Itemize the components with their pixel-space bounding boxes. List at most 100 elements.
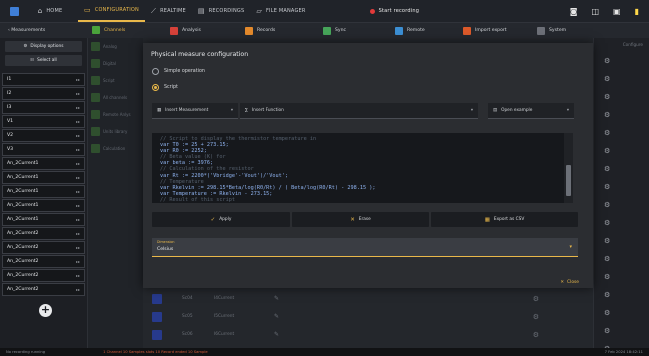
- channel-action-icon[interactable]: ▸▸: [76, 91, 80, 96]
- configure-gear-icon[interactable]: ⚙: [594, 250, 649, 268]
- window-icon[interactable]: ◫: [591, 7, 599, 16]
- display-options-button[interactable]: ⚙ Display options: [5, 41, 82, 52]
- configure-gear-icon[interactable]: ⚙: [594, 160, 649, 178]
- tab-recordings[interactable]: ▤ RECORDINGS: [192, 0, 250, 22]
- radio-script[interactable]: Script: [152, 84, 178, 91]
- insert-measurement-dropdown[interactable]: ▦ Insert Measurement ▾: [152, 103, 238, 119]
- channel-type-item[interactable]: Script: [88, 72, 143, 89]
- editor-scroll-thumb[interactable]: [566, 165, 571, 196]
- channel-item[interactable]: An_2Current2 ▸▸: [2, 282, 85, 297]
- channel-action-icon[interactable]: ▸▸: [76, 189, 80, 194]
- edit-icon[interactable]: ✎: [274, 331, 294, 338]
- subtab-analysis[interactable]: Analysis: [166, 23, 241, 39]
- channel-action-icon[interactable]: ▸▸: [76, 231, 80, 236]
- channel-item[interactable]: An_2Current2 ▸▸: [2, 226, 85, 241]
- erase-button[interactable]: ✕ Erase: [292, 212, 429, 227]
- tab-file-manager[interactable]: ▱ FILE MANAGER: [250, 0, 311, 22]
- select-all-button[interactable]: ☷ Select all: [5, 55, 82, 66]
- channel-action-icon[interactable]: ▸▸: [76, 175, 80, 180]
- gear-icon[interactable]: ⚙: [533, 295, 539, 303]
- insert-function-dropdown[interactable]: ∑ Insert Function ▾: [240, 103, 478, 119]
- camera-icon[interactable]: ◙: [570, 7, 578, 16]
- channel-type-label: Analog: [103, 44, 117, 49]
- configure-gear-icon[interactable]: ⚙: [594, 232, 649, 250]
- close-button[interactable]: ✕ Close: [560, 280, 579, 285]
- gear-icon[interactable]: ⚙: [533, 313, 539, 321]
- tab-configuration[interactable]: ▭ CONFIGURATION: [78, 0, 145, 22]
- channel-item[interactable]: An_2Current2 ▸▸: [2, 254, 85, 269]
- channel-color-swatch[interactable]: [152, 329, 162, 340]
- subtab-system[interactable]: System: [533, 23, 593, 39]
- channel-color-swatch[interactable]: [152, 293, 162, 304]
- channel-action-icon[interactable]: ▸▸: [76, 77, 80, 82]
- configure-gear-icon[interactable]: ⚙: [594, 286, 649, 304]
- configure-gear-icon[interactable]: ⚙: [594, 70, 649, 88]
- channel-item[interactable]: V2 ▸▸: [2, 128, 85, 143]
- subtab-records[interactable]: Records: [241, 23, 319, 39]
- channel-item[interactable]: V3 ▸▸: [2, 142, 85, 157]
- configure-gear-icon[interactable]: ⚙: [594, 214, 649, 232]
- tab-realtime[interactable]: ⟋ REALTIME: [145, 0, 192, 22]
- configure-gear-icon[interactable]: ⚙: [594, 106, 649, 124]
- edit-icon[interactable]: ✎: [274, 295, 294, 302]
- configure-gear-icon[interactable]: ⚙: [594, 88, 649, 106]
- channel-type-item[interactable]: All channels: [88, 89, 143, 106]
- channel-type-item[interactable]: Analog: [88, 38, 143, 55]
- channel-action-icon[interactable]: ▸▸: [76, 203, 80, 208]
- configure-gear-icon[interactable]: ⚙: [594, 322, 649, 340]
- apply-button[interactable]: ✓ Apply: [152, 212, 290, 227]
- configure-gear-icon[interactable]: ⚙: [594, 124, 649, 142]
- configure-gear-icon[interactable]: ⚙: [594, 178, 649, 196]
- table-row[interactable]: Sc04 I4Current ✎ ⚙: [143, 290, 593, 307]
- channel-action-icon[interactable]: ▸▸: [76, 105, 80, 110]
- channel-item[interactable]: An_2Current2 ▸▸: [2, 240, 85, 255]
- script-editor[interactable]: // Script to display the thermistor temp…: [152, 133, 573, 203]
- gear-icon[interactable]: ⚙: [533, 331, 539, 339]
- radio-simple-operation[interactable]: Simple operation: [152, 68, 205, 75]
- subtab-sync[interactable]: Sync: [319, 23, 391, 39]
- channel-type-item[interactable]: Digital: [88, 55, 143, 72]
- channel-item[interactable]: I2 ▸▸: [2, 86, 85, 101]
- configure-gear-icon[interactable]: ⚙: [594, 142, 649, 160]
- tab-home[interactable]: ⌂ HOME: [22, 0, 78, 22]
- channel-action-icon[interactable]: ▸▸: [76, 133, 80, 138]
- channel-action-icon[interactable]: ▸▸: [76, 217, 80, 222]
- channel-item[interactable]: An_2Current1 ▸▸: [2, 156, 85, 171]
- channel-color-swatch[interactable]: [152, 311, 162, 322]
- subtab-import-export[interactable]: Import export: [459, 23, 533, 39]
- open-example-dropdown[interactable]: ▤ Open example ▾: [488, 103, 574, 119]
- channel-type-item[interactable]: Remote Anlys: [88, 106, 143, 123]
- edit-icon[interactable]: ✎: [274, 313, 294, 320]
- channel-action-icon[interactable]: ▸▸: [76, 119, 80, 124]
- table-row[interactable]: Sc06 I6Current ✎ ⚙: [143, 326, 593, 343]
- channel-type-item[interactable]: Units library: [88, 123, 143, 140]
- start-recording-button[interactable]: Start recording: [364, 0, 426, 22]
- back-to-measurements[interactable]: ‹ Measurements: [0, 28, 88, 33]
- subtab-remote[interactable]: Remote: [391, 23, 459, 39]
- dimension-select[interactable]: Dimension Celsius ▾: [152, 238, 578, 257]
- lock-icon[interactable]: ▣: [613, 7, 621, 16]
- configure-gear-icon[interactable]: ⚙: [594, 52, 649, 70]
- configure-gear-icon[interactable]: ⚙: [594, 196, 649, 214]
- channel-item[interactable]: An_2Current1 ▸▸: [2, 170, 85, 185]
- channel-action-icon[interactable]: ▸▸: [76, 161, 80, 166]
- channel-item[interactable]: An_2Current1 ▸▸: [2, 198, 85, 213]
- channel-item[interactable]: V1 ▸▸: [2, 114, 85, 129]
- channel-action-icon[interactable]: ▸▸: [76, 287, 80, 292]
- channel-action-icon[interactable]: ▸▸: [76, 259, 80, 264]
- table-row[interactable]: Sc05 I5Current ✎ ⚙: [143, 308, 593, 325]
- channel-action-icon[interactable]: ▸▸: [76, 273, 80, 278]
- configure-gear-icon[interactable]: ⚙: [594, 304, 649, 322]
- add-channel-button[interactable]: +: [39, 304, 52, 317]
- channel-action-icon[interactable]: ▸▸: [76, 147, 80, 152]
- configure-gear-icon[interactable]: ⚙: [594, 268, 649, 286]
- channel-type-item[interactable]: Calculation: [88, 140, 143, 157]
- channel-item[interactable]: An_2Current2 ▸▸: [2, 268, 85, 283]
- channel-action-icon[interactable]: ▸▸: [76, 245, 80, 250]
- subtab-channels[interactable]: Channels: [88, 23, 166, 39]
- export-csv-button[interactable]: ▦ Export as CSV: [431, 212, 578, 227]
- channel-item[interactable]: An_2Current1 ▸▸: [2, 212, 85, 227]
- channel-item[interactable]: An_2Current1 ▸▸: [2, 184, 85, 199]
- channel-item[interactable]: I3 ▸▸: [2, 100, 85, 115]
- channel-item[interactable]: I1 ▸▸: [2, 73, 85, 87]
